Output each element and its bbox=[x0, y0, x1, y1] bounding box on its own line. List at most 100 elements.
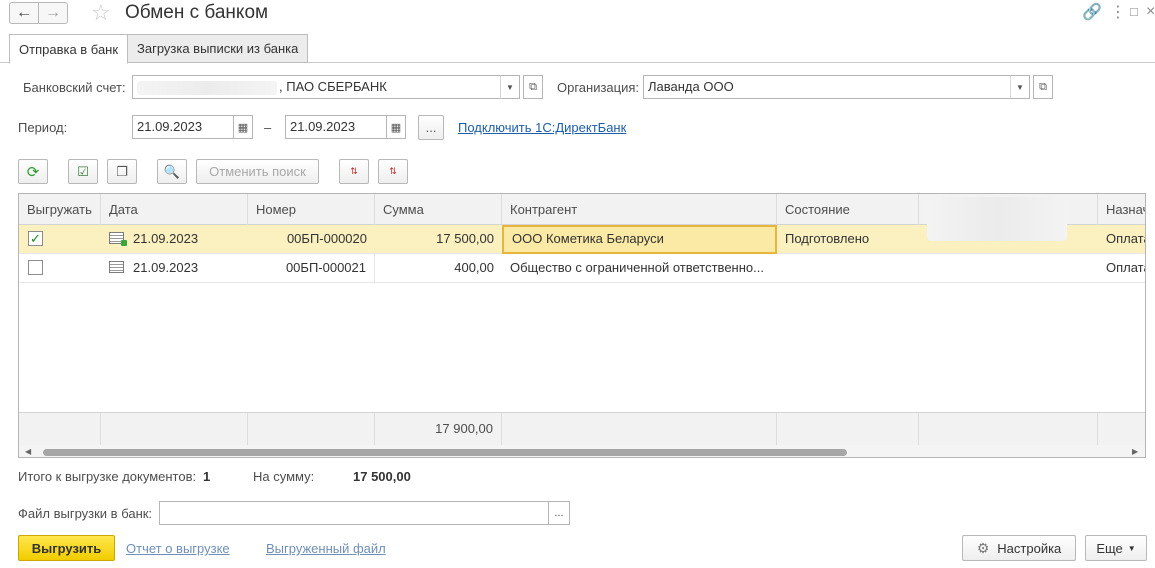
gear-icon: ⚙ bbox=[976, 539, 990, 556]
column-header-number[interactable]: Номер bbox=[248, 194, 375, 225]
number-cell: 00БП-000020 bbox=[286, 231, 367, 246]
cancel-search-button[interactable]: Отменить поиск bbox=[196, 159, 319, 184]
organization-open-button[interactable]: ⧉ bbox=[1033, 75, 1053, 99]
sum-total-label: На сумму: bbox=[253, 469, 315, 484]
period-select-button[interactable]: ... bbox=[418, 115, 444, 140]
refresh-button[interactable]: ⟳ bbox=[18, 159, 48, 184]
export-checkbox[interactable]: ✓ bbox=[28, 231, 43, 246]
scroll-left-icon[interactable]: ◀ bbox=[25, 445, 31, 457]
export-file-label: Файл выгрузки в банк: bbox=[18, 506, 153, 521]
period-from-value: 21.09.2023 bbox=[137, 119, 203, 134]
chevron-down-icon: ▼ bbox=[1127, 543, 1136, 553]
search-icon: 🔍 bbox=[163, 163, 181, 179]
connect-directbank-link[interactable]: Подключить 1С:ДиректБанк bbox=[458, 120, 626, 135]
footer-cell bbox=[502, 413, 777, 446]
exported-file-link[interactable]: Выгруженный файл bbox=[266, 541, 386, 556]
check-all-icon: ☑ bbox=[77, 163, 89, 179]
sort-descending-button[interactable]: ⇅ bbox=[378, 159, 408, 184]
bank-account-field[interactable]: , ПАО СБЕРБАНК bbox=[132, 75, 501, 99]
sort-ascending-button[interactable]: ⇅ bbox=[339, 159, 369, 184]
export-report-link[interactable]: Отчет о выгрузке bbox=[126, 541, 230, 556]
table-row[interactable]: 21.09.2023 00БП-000021 400,00 Общество с… bbox=[19, 254, 1145, 283]
tab-send-to-bank[interactable]: Отправка в банк bbox=[9, 34, 129, 64]
period-label: Период: bbox=[18, 120, 68, 135]
column-header-sum[interactable]: Сумма bbox=[375, 194, 502, 225]
column-header-date[interactable]: Дата bbox=[101, 194, 248, 225]
more-button-label: Еще bbox=[1096, 540, 1123, 556]
period-from-field[interactable]: 21.09.2023 bbox=[132, 115, 234, 139]
settings-button[interactable]: ⚙ Настройка bbox=[962, 535, 1076, 561]
column-header-purpose[interactable]: Назначение bbox=[1098, 194, 1145, 225]
sort-descending-icon: ⇅ bbox=[389, 166, 397, 176]
scroll-right-icon[interactable]: ▶ bbox=[1132, 445, 1138, 457]
purpose-cell: Оплата bbox=[1106, 260, 1145, 275]
back-button[interactable]: ← bbox=[9, 2, 39, 24]
bank-account-dropdown[interactable]: ▼ bbox=[500, 75, 520, 99]
close-icon[interactable]: × bbox=[1146, 3, 1155, 21]
tab-load-statement[interactable]: Загрузка выписки из банка bbox=[127, 34, 309, 63]
masked-account-number bbox=[137, 80, 277, 95]
footer-cell bbox=[919, 413, 1098, 446]
chevron-down-icon: ▼ bbox=[506, 82, 514, 92]
column-header-export[interactable]: Выгружать bbox=[19, 194, 101, 225]
period-to-calendar-button[interactable]: ▦ bbox=[386, 115, 406, 139]
document-ready-icon bbox=[109, 232, 127, 246]
footer-cell bbox=[101, 413, 248, 446]
period-from-calendar-button[interactable]: ▦ bbox=[233, 115, 253, 139]
maximize-icon[interactable]: □ bbox=[1130, 4, 1138, 19]
open-form-icon: ⧉ bbox=[1039, 80, 1047, 93]
more-button[interactable]: Еще ▼ bbox=[1085, 535, 1147, 561]
arrow-right-icon: → bbox=[45, 4, 61, 21]
bank-account-open-button[interactable]: ⧉ bbox=[523, 75, 543, 99]
link-icon[interactable]: 🔗 bbox=[1082, 2, 1102, 22]
state-cell: Подготовлено bbox=[785, 231, 870, 246]
sum-cell: 400,00 bbox=[454, 260, 494, 275]
period-dash: – bbox=[264, 120, 272, 135]
bank-account-label: Банковский счет: bbox=[23, 80, 126, 95]
counterparty-cell[interactable]: ООО Кометика Беларуси bbox=[502, 225, 777, 254]
open-form-icon: ⧉ bbox=[529, 80, 537, 93]
forward-button[interactable]: → bbox=[38, 2, 68, 24]
column-header-state[interactable]: Состояние bbox=[777, 194, 919, 225]
organization-dropdown[interactable]: ▼ bbox=[1010, 75, 1030, 99]
page-title: Обмен с банком bbox=[125, 2, 269, 23]
docs-total-count: 1 bbox=[203, 469, 211, 484]
check-all-button[interactable]: ☑ bbox=[68, 159, 98, 184]
export-checkbox[interactable] bbox=[28, 260, 43, 275]
tab-label: Загрузка выписки из банка bbox=[137, 41, 299, 56]
search-button[interactable]: 🔍 bbox=[157, 159, 187, 184]
documents-table[interactable]: Выгружать Дата Номер Сумма Контрагент Со… bbox=[18, 193, 1146, 458]
calendar-icon: ▦ bbox=[237, 121, 249, 134]
more-vertical-icon[interactable]: ⋮ bbox=[1110, 2, 1126, 22]
export-button[interactable]: Выгрузить bbox=[18, 535, 115, 561]
column-header-counterparty[interactable]: Контрагент bbox=[502, 194, 777, 225]
refresh-icon: ⟳ bbox=[26, 163, 40, 181]
tab-label: Отправка в банк bbox=[19, 41, 119, 57]
bank-account-value: , ПАО СБЕРБАНК bbox=[279, 79, 387, 94]
star-icon[interactable]: ☆ bbox=[91, 0, 111, 26]
document-icon bbox=[109, 261, 124, 273]
period-to-value: 21.09.2023 bbox=[290, 119, 356, 134]
export-file-more-label: ... bbox=[554, 507, 564, 519]
number-cell: 00БП-000021 bbox=[248, 254, 375, 283]
period-to-field[interactable]: 21.09.2023 bbox=[285, 115, 387, 139]
scrollbar-thumb[interactable] bbox=[43, 449, 847, 456]
uncheck-all-button[interactable]: ❐ bbox=[107, 159, 137, 184]
period-more-label: ... bbox=[425, 120, 437, 135]
footer-total-sum: 17 900,00 bbox=[375, 413, 502, 446]
masked-counterparty-account bbox=[927, 197, 1067, 241]
table-footer: 17 900,00 bbox=[19, 412, 1145, 446]
organization-field[interactable]: Лаванда ООО bbox=[643, 75, 1011, 99]
horizontal-scrollbar[interactable]: ◀ ▶ bbox=[19, 445, 1145, 457]
sum-cell: 17 500,00 bbox=[436, 231, 494, 246]
docs-total-label: Итого к выгрузке документов: bbox=[18, 469, 197, 484]
cancel-search-label: Отменить поиск bbox=[209, 164, 306, 179]
date-cell: 21.09.2023 bbox=[133, 260, 199, 275]
date-cell: 21.09.2023 bbox=[133, 231, 199, 246]
organization-value: Лаванда ООО bbox=[648, 79, 734, 94]
export-file-field[interactable] bbox=[159, 501, 550, 525]
sum-total-value: 17 500,00 bbox=[353, 469, 411, 484]
export-button-label: Выгрузить bbox=[31, 540, 102, 556]
state-cell bbox=[777, 254, 919, 283]
export-file-select-button[interactable]: ... bbox=[548, 501, 570, 525]
